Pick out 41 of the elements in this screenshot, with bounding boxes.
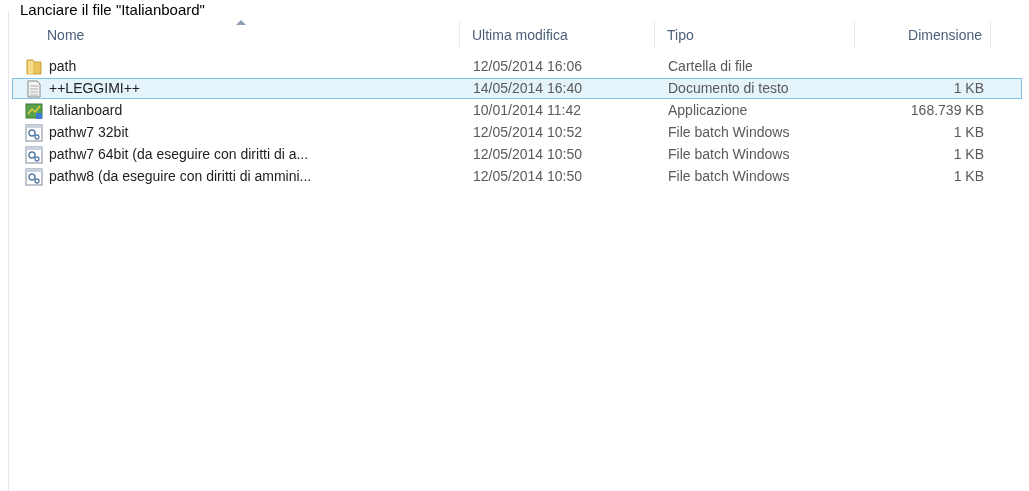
file-size: 1 KB: [953, 123, 984, 142]
modified-date: 12/05/2014 16:06: [473, 58, 582, 74]
gears-icon: [25, 145, 43, 164]
file-row[interactable]: pathw8 (da eseguire con diritti di ammini... 12/05/2014 10:50 File batch Windows 1 KB: [12, 166, 1022, 187]
file-type: File batch Windows: [668, 146, 790, 162]
file-row[interactable]: pathw7 32bit 12/05/2014 10:52 File batch Windows 1 KB: [12, 122, 1022, 143]
file-row[interactable]: ++LEGGIMI++ 14/05/2014 16:40 Documento di testo 1 KB: [12, 78, 1022, 99]
gears-icon: [25, 123, 43, 142]
file-type: File batch Windows: [668, 124, 790, 140]
file-size: 168.739 KB: [910, 101, 984, 120]
modified-date: 12/05/2014 10:50: [473, 146, 582, 162]
file-type: File batch Windows: [668, 168, 790, 184]
file-name: ++LEGGIMI++: [49, 79, 141, 98]
file-name: pathw7 32bit: [49, 123, 129, 142]
file-size: 1 KB: [953, 167, 984, 186]
modified-date: 12/05/2014 10:50: [473, 168, 582, 184]
application-icon: [25, 101, 43, 120]
file-type: Documento di testo: [668, 80, 789, 96]
document-icon: [25, 79, 43, 98]
modified-date: 12/05/2014 10:52: [473, 124, 582, 140]
column-header[interactable]: Nome: [12, 22, 460, 48]
file-size: 1 KB: [953, 145, 984, 164]
file-size: 1 KB: [953, 79, 984, 98]
modified-date: 10/01/2014 11:42: [473, 102, 581, 118]
file-row[interactable]: pathw7 64bit (da eseguire con diritti di a... 12/05/2014 10:50 File batch Windows 1 KB: [12, 144, 1022, 165]
file-type: Applicazione: [668, 102, 748, 118]
file-type: Cartella di file: [668, 58, 753, 74]
file-row[interactable]: path 12/05/2014 16:06 Cartella di file: [12, 56, 1022, 77]
file-name: path: [49, 57, 77, 76]
sort-ascending-icon: [235, 19, 246, 25]
gears-icon: [25, 167, 43, 186]
file-row[interactable]: Italianboard 10/01/2014 11:42 Applicazione 168.739 KB: [12, 100, 1022, 121]
file-name: pathw7 64bit (da eseguire con diritti di a...: [49, 145, 309, 164]
file-name: pathw8 (da eseguire con diritti di ammini...: [49, 167, 312, 186]
caption: Lanciare il file "Italianboard": [20, 1, 205, 18]
folder-icon: [25, 57, 43, 76]
column-header[interactable]: Ultima modifica: [460, 22, 655, 48]
file-name: Italianboard: [49, 101, 123, 120]
column-header[interactable]: Tipo: [655, 22, 855, 48]
column-header[interactable]: Dimensione: [855, 22, 991, 48]
modified-date: 14/05/2014 16:40: [473, 80, 582, 96]
